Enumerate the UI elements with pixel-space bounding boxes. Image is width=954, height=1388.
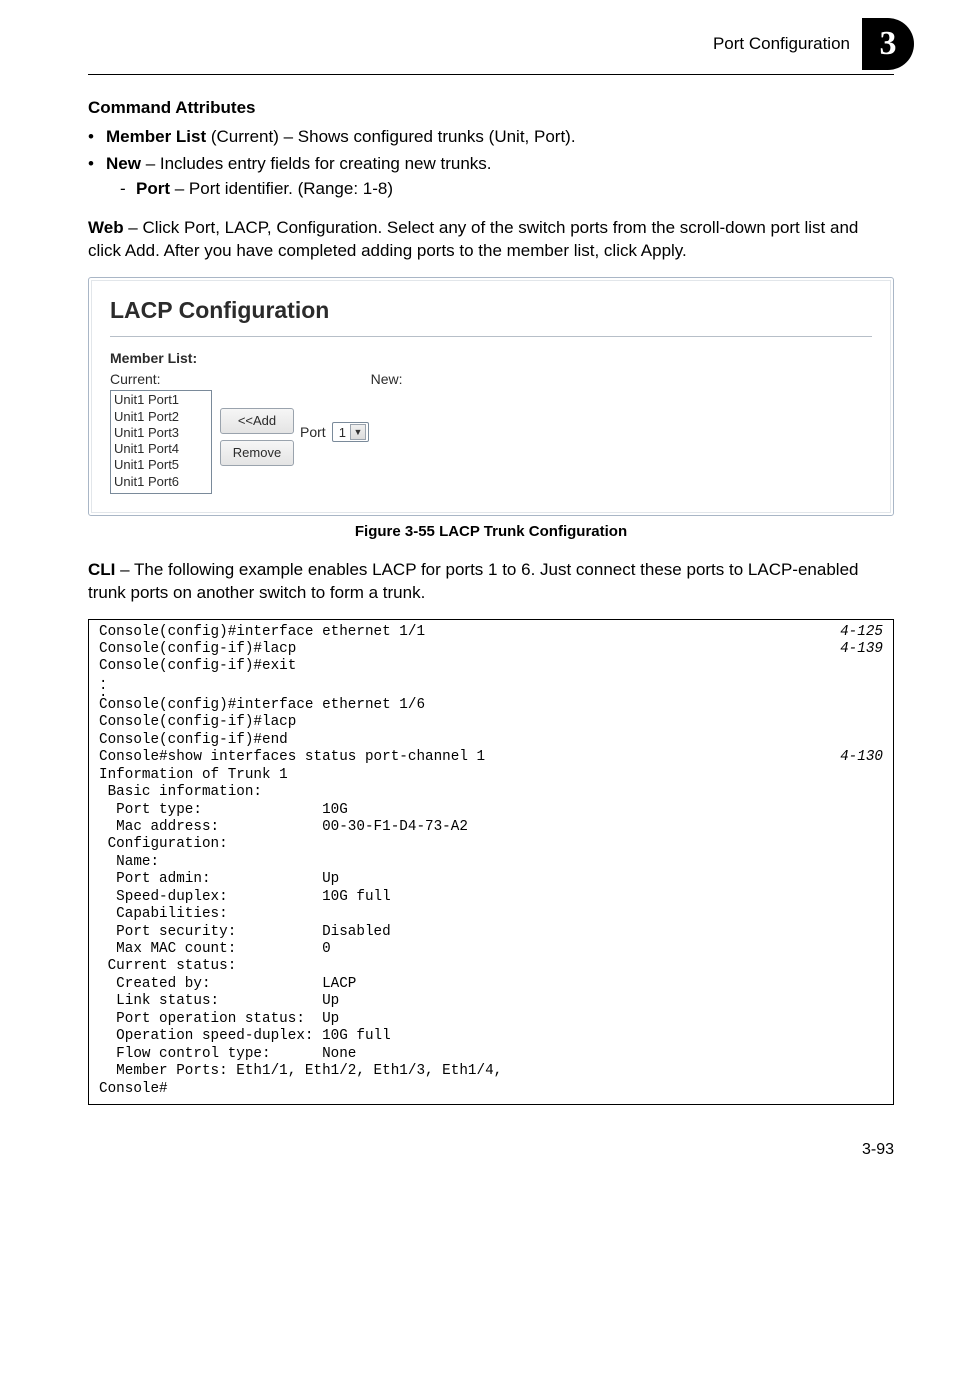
- attribute-sub-item-port: Port – Port identifier. (Range: 1-8): [106, 178, 894, 201]
- panel-divider: [110, 336, 872, 337]
- header-chapter-number: 3: [880, 21, 897, 67]
- list-item[interactable]: Unit1 Port3: [114, 425, 208, 441]
- page-number: 3-93: [0, 1105, 954, 1161]
- cli-page-ref: 4-125: [828, 624, 883, 641]
- button-column: <<Add Remove: [220, 408, 294, 465]
- new-label: New:: [371, 370, 403, 389]
- cli-text: – The following example enables LACP for…: [88, 560, 858, 602]
- current-label: Current:: [110, 370, 161, 389]
- header-chapter-badge: 3: [862, 18, 914, 70]
- cli-paragraph: CLI – The following example enables LACP…: [88, 559, 894, 605]
- lacp-panel-title: LACP Configuration: [110, 295, 872, 326]
- cli-line: Console(config)#interface ethernet 1/1 4…: [99, 624, 883, 641]
- header-section-title: Port Configuration: [713, 33, 850, 56]
- member-list-label: Member List:: [110, 349, 872, 368]
- cli-output-box: Console(config)#interface ethernet 1/1 4…: [88, 619, 894, 1105]
- cli-block: Information of Trunk 1 Basic information…: [99, 767, 883, 1098]
- page-header: Port Configuration 3: [0, 0, 954, 74]
- list-item[interactable]: Unit1 Port6: [114, 474, 208, 490]
- web-label: Web: [88, 218, 124, 237]
- panel-row: Unit1 Port1 Unit1 Port2 Unit1 Port3 Unit…: [110, 390, 872, 494]
- attribute-label: Member List: [106, 127, 206, 146]
- port-label: Port: [300, 423, 326, 442]
- command-attributes-heading: Command Attributes: [88, 97, 894, 120]
- cli-cmd: Console#show interfaces status port-chan…: [99, 749, 485, 766]
- list-item[interactable]: Unit1 Port1: [114, 392, 208, 408]
- attribute-sub-paren: –: [170, 179, 189, 198]
- attribute-desc: Shows configured trunks (Unit, Port).: [298, 127, 576, 146]
- current-member-listbox[interactable]: Unit1 Port1 Unit1 Port2 Unit1 Port3 Unit…: [110, 390, 212, 494]
- web-paragraph: Web – Click Port, LACP, Configuration. S…: [88, 217, 894, 263]
- page-content: Command Attributes Member List (Current)…: [0, 97, 954, 1105]
- lacp-panel-outer: LACP Configuration Member List: Current:…: [88, 277, 894, 517]
- attribute-item-new: New – Includes entry fields for creating…: [88, 153, 894, 201]
- port-selector: Port 1 ▼: [300, 422, 369, 442]
- cli-page-ref: 4-139: [828, 641, 883, 658]
- attribute-desc: Includes entry fields for creating new t…: [160, 154, 492, 173]
- attributes-list: Member List (Current) – Shows configured…: [88, 126, 894, 201]
- lacp-panel: LACP Configuration Member List: Current:…: [91, 280, 891, 514]
- remove-button[interactable]: Remove: [220, 440, 294, 466]
- cli-cmd: Console(config-if)#lacp: [99, 641, 296, 658]
- attribute-sub-list: Port – Port identifier. (Range: 1-8): [106, 178, 894, 201]
- attribute-item-member-list: Member List (Current) – Shows configured…: [88, 126, 894, 149]
- add-button[interactable]: <<Add: [220, 408, 294, 434]
- port-select-value: 1: [339, 424, 346, 442]
- attribute-paren: (Current) –: [206, 127, 298, 146]
- ellipsis-icon: ...: [99, 676, 883, 697]
- attribute-label: New: [106, 154, 141, 173]
- list-item[interactable]: Unit1 Port2: [114, 409, 208, 425]
- figure-caption: Figure 3-55 LACP Trunk Configuration: [88, 522, 894, 542]
- column-labels: Current: New:: [110, 370, 872, 389]
- list-item[interactable]: Unit1 Port4: [114, 441, 208, 457]
- cli-cmd: Console(config)#interface ethernet 1/1: [99, 624, 425, 641]
- cli-block: Console(config)#interface ethernet 1/6 C…: [99, 697, 883, 749]
- cli-line: Console(config-if)#lacp 4-139: [99, 641, 883, 658]
- web-text: – Click Port, LACP, Configuration. Selec…: [88, 218, 858, 260]
- cli-block: Console(config-if)#exit: [99, 658, 883, 675]
- list-item[interactable]: Unit1 Port5: [114, 457, 208, 473]
- header-divider: [88, 74, 894, 75]
- attribute-paren: –: [141, 154, 160, 173]
- attribute-sub-label: Port: [136, 179, 170, 198]
- chevron-down-icon: ▼: [350, 424, 366, 440]
- port-select[interactable]: 1 ▼: [332, 422, 369, 442]
- cli-line: Console#show interfaces status port-chan…: [99, 749, 883, 766]
- attribute-sub-desc: Port identifier. (Range: 1-8): [189, 179, 393, 198]
- cli-label: CLI: [88, 560, 115, 579]
- cli-page-ref: 4-130: [828, 749, 883, 766]
